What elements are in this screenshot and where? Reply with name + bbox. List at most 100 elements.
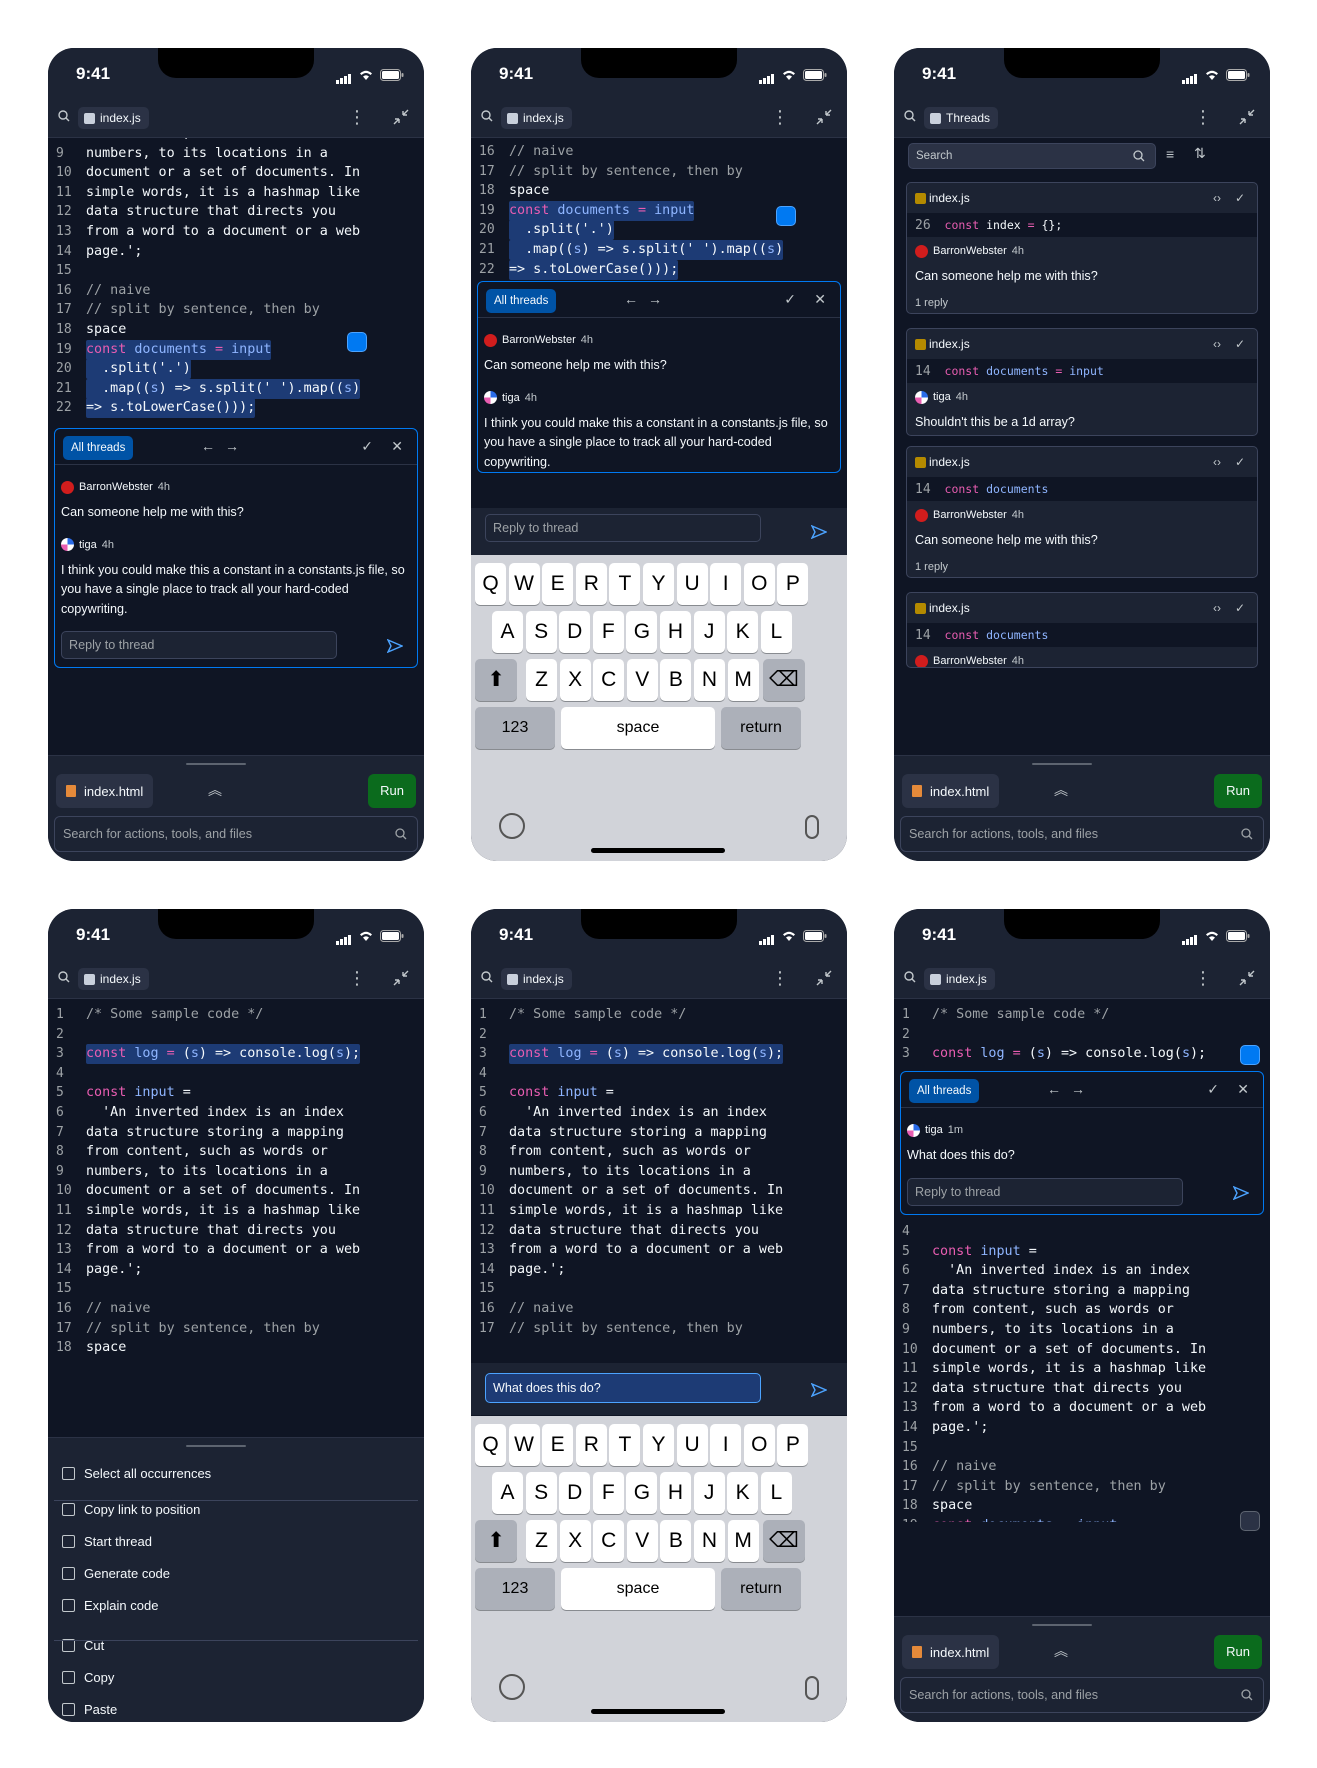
- reply-count[interactable]: 1 reply: [915, 297, 1249, 309]
- thread-card[interactable]: index.js ‹› ✓ 14 const documents BarronWebst…: [906, 592, 1258, 668]
- code-icon[interactable]: ‹›: [1213, 593, 1221, 623]
- drag-handle[interactable]: [1032, 763, 1092, 765]
- drag-handle[interactable]: [1032, 1624, 1092, 1626]
- key-i[interactable]: I: [710, 563, 742, 605]
- drag-handle[interactable]: [186, 1445, 246, 1447]
- key-p[interactable]: P: [777, 563, 809, 605]
- key-o[interactable]: O: [743, 1424, 775, 1466]
- send-icon[interactable]: [387, 639, 403, 653]
- key-a[interactable]: A: [492, 1472, 523, 1514]
- collapse-icon[interactable]: [392, 108, 410, 126]
- key-t[interactable]: T: [609, 1424, 641, 1466]
- reply-count[interactable]: 1 reply: [915, 561, 1249, 573]
- all-threads-button[interactable]: All threads: [486, 289, 557, 313]
- close-icon[interactable]: ✕: [1237, 1081, 1249, 1097]
- html-file-tab[interactable]: index.html: [902, 774, 1000, 808]
- key-h[interactable]: H: [660, 611, 691, 653]
- collapse-icon[interactable]: [1238, 969, 1256, 987]
- arrow-left-icon[interactable]: ←: [624, 291, 638, 307]
- command-search-input[interactable]: Search for actions, tools, and files: [900, 1677, 1264, 1713]
- search-icon[interactable]: [58, 971, 70, 983]
- send-icon[interactable]: [811, 1383, 827, 1397]
- key-x[interactable]: X: [559, 1520, 591, 1562]
- more-icon[interactable]: ⋮: [771, 108, 789, 126]
- send-icon[interactable]: [1233, 1185, 1249, 1200]
- check-icon[interactable]: ✓: [361, 438, 373, 454]
- space-key[interactable]: space: [561, 707, 715, 749]
- key-v[interactable]: V: [626, 1520, 658, 1562]
- more-icon[interactable]: ⋮: [348, 969, 366, 987]
- search-icon[interactable]: [904, 971, 916, 983]
- key-o[interactable]: O: [743, 563, 775, 605]
- close-icon[interactable]: ✕: [814, 291, 826, 307]
- backspace-key[interactable]: ⌫: [763, 659, 805, 701]
- comment-badge-icon[interactable]: [347, 332, 367, 352]
- key-y[interactable]: Y: [643, 1424, 674, 1466]
- collapse-icon[interactable]: [1238, 108, 1256, 126]
- search-icon[interactable]: [58, 110, 70, 122]
- arrow-right-icon[interactable]: →: [648, 291, 662, 307]
- key-q[interactable]: Q: [475, 563, 506, 605]
- key-g[interactable]: G: [626, 611, 658, 653]
- more-icon[interactable]: ⋮: [348, 108, 366, 126]
- key-s[interactable]: S: [525, 1472, 557, 1514]
- arrow-right-icon[interactable]: →: [1071, 1081, 1085, 1097]
- key-e[interactable]: E: [542, 563, 574, 605]
- key-j[interactable]: J: [693, 1472, 725, 1514]
- file-tab[interactable]: index.js: [501, 107, 572, 129]
- search-icon[interactable]: [904, 110, 916, 122]
- key-z[interactable]: Z: [526, 1520, 557, 1562]
- backspace-key[interactable]: ⌫: [763, 1520, 805, 1562]
- key-y[interactable]: Y: [643, 563, 674, 605]
- collapse-icon[interactable]: [392, 969, 410, 987]
- arrow-right-icon[interactable]: →: [225, 438, 239, 454]
- key-n[interactable]: N: [694, 659, 725, 701]
- space-key[interactable]: space: [561, 1568, 715, 1610]
- threads-tab[interactable]: Threads: [924, 107, 999, 129]
- html-file-tab[interactable]: index.html: [56, 774, 154, 808]
- code-editor[interactable]: 1 /* Some sample code */ 2 3 const log = (s)…: [48, 1005, 424, 1365]
- chevron-up-icon[interactable]: ︽: [1054, 1641, 1068, 1661]
- key-u[interactable]: U: [676, 563, 708, 605]
- key-l[interactable]: L: [760, 611, 792, 653]
- search-icon[interactable]: [481, 971, 493, 983]
- comment-badge-icon[interactable]: [1240, 1511, 1260, 1531]
- code-icon[interactable]: ‹›: [1213, 183, 1221, 213]
- menu-item-copy-link-to-position[interactable]: Copy link to position: [62, 1500, 200, 1520]
- reply-input[interactable]: Reply to thread: [61, 631, 337, 659]
- key-l[interactable]: L: [760, 1472, 792, 1514]
- key-k[interactable]: K: [727, 611, 759, 653]
- key-j[interactable]: J: [693, 611, 725, 653]
- key-r[interactable]: R: [575, 1424, 607, 1466]
- more-icon[interactable]: ⋮: [1194, 108, 1212, 126]
- key-v[interactable]: V: [626, 659, 658, 701]
- close-icon[interactable]: ✕: [391, 438, 403, 454]
- drag-handle[interactable]: [186, 763, 246, 765]
- key-z[interactable]: Z: [526, 659, 557, 701]
- thread-card[interactable]: index.js ‹› ✓ 14 const documents = input tig…: [906, 328, 1258, 436]
- key-e[interactable]: E: [542, 1424, 574, 1466]
- return-key[interactable]: return: [721, 1568, 801, 1610]
- key-a[interactable]: A: [492, 611, 523, 653]
- emoji-icon[interactable]: [499, 813, 525, 839]
- key-i[interactable]: I: [710, 1424, 742, 1466]
- key-b[interactable]: B: [660, 1520, 692, 1562]
- code-editor[interactable]: 1 /* Some sample code */ 2 3 const log = (s)…: [471, 1005, 847, 1363]
- key-k[interactable]: K: [727, 1472, 759, 1514]
- code-editor-lower[interactable]: 4 5 const input = 6 'An inverted index is a…: [894, 1222, 1270, 1522]
- collapse-icon[interactable]: [815, 108, 833, 126]
- key-p[interactable]: P: [777, 1424, 809, 1466]
- search-icon[interactable]: [481, 110, 493, 122]
- key-u[interactable]: U: [676, 1424, 708, 1466]
- collapse-icon[interactable]: [815, 969, 833, 987]
- thread-card[interactable]: index.js ‹› ✓ 26 const index = {}; BarronWeb…: [906, 182, 1258, 314]
- menu-item-select-all-occurrences[interactable]: Select all occurrences: [62, 1464, 211, 1484]
- comment-badge-icon[interactable]: [1240, 1045, 1260, 1065]
- sort-icon[interactable]: ⇅: [1194, 145, 1206, 162]
- threads-search-input[interactable]: Search: [908, 143, 1156, 169]
- run-button[interactable]: Run: [1214, 1635, 1262, 1669]
- key-n[interactable]: N: [694, 1520, 725, 1562]
- file-tab[interactable]: index.js: [501, 968, 572, 990]
- code-editor[interactable]: 8from content, such as words or9numbers,…: [48, 124, 424, 424]
- code-editor[interactable]: 1 /* Some sample code */ 2 3 const log = (s)…: [894, 1005, 1270, 1065]
